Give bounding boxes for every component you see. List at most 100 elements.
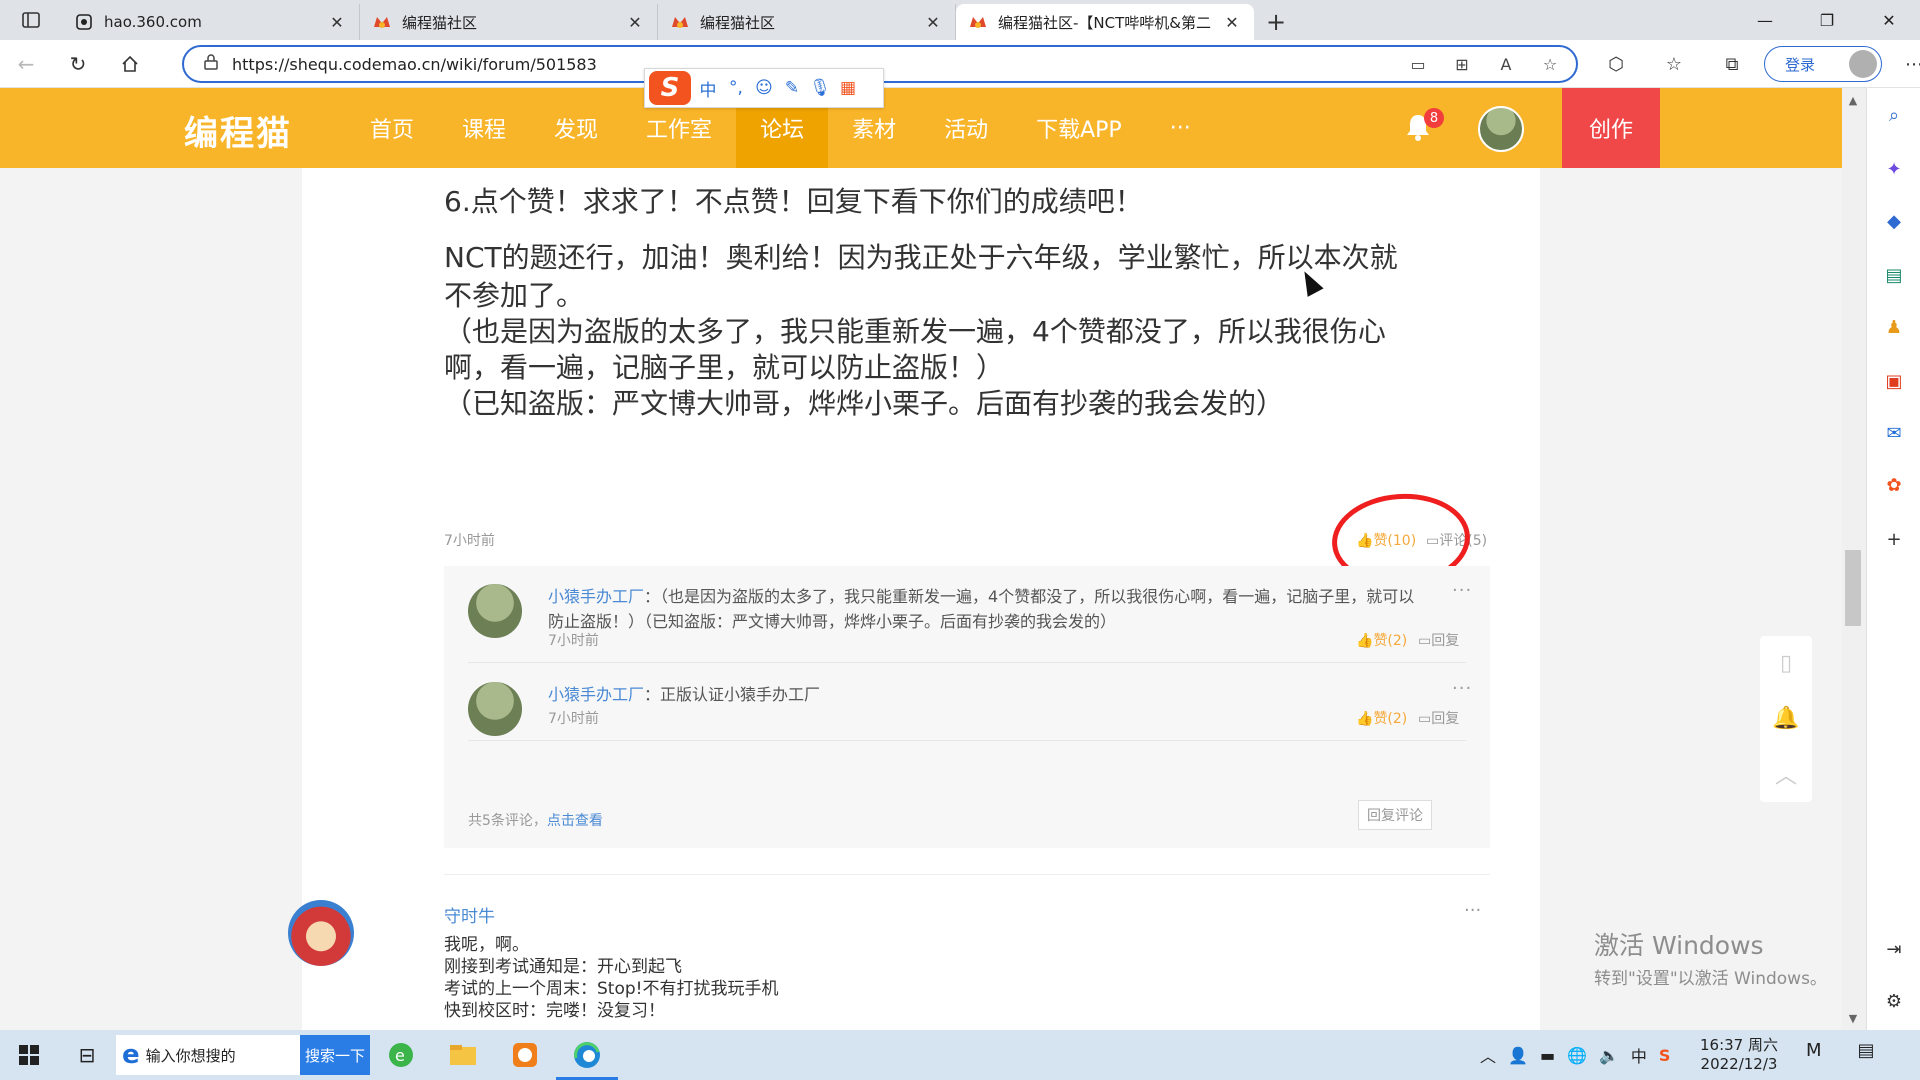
tray-expand-icon[interactable]: ︿ <box>1480 1043 1496 1067</box>
apps-icon[interactable]: ⊞ <box>1450 53 1474 75</box>
minimize-icon[interactable]: — <box>1734 0 1796 40</box>
browser-tab-3[interactable]: 编程猫社区 ✕ <box>658 4 956 40</box>
reply-total: 共5条评论，点击查看 <box>468 810 603 830</box>
360-browser-icon[interactable]: e <box>370 1030 432 1080</box>
url-text[interactable]: https://shequ.codemao.cn/wiki/forum/5015… <box>232 55 597 74</box>
more-menu-icon[interactable]: ⋯ <box>1888 44 1920 84</box>
login-button[interactable]: 登录 <box>1764 46 1882 82</box>
back-icon[interactable]: ← <box>0 44 52 84</box>
favorites-icon[interactable]: ☆ <box>1648 44 1700 84</box>
create-button[interactable]: 创作 <box>1562 88 1660 168</box>
more-options-icon[interactable]: ··· <box>1452 580 1472 601</box>
toolbox-icon[interactable]: ▦ <box>837 78 859 98</box>
lock-icon[interactable] <box>204 54 218 74</box>
browser-tab-1[interactable]: hao.360.com ✕ <box>62 4 360 40</box>
sogou-tray-icon[interactable]: S <box>1659 1046 1671 1065</box>
scroll-down-icon[interactable]: ▼ <box>1845 1012 1861 1028</box>
reader-icon[interactable]: ▭ <box>1406 53 1430 75</box>
nav-download-app[interactable]: 下载APP <box>1012 88 1146 168</box>
scrollbar-thumb[interactable] <box>1845 550 1861 626</box>
browser-tab-2[interactable]: 编程猫社区 ✕ <box>360 4 658 40</box>
settings-gear-icon[interactable]: ⚙ <box>1881 988 1907 1014</box>
close-icon[interactable]: ✕ <box>1222 13 1242 32</box>
reply-reply-button[interactable]: ▭回复 <box>1418 708 1459 728</box>
sidebar-toggle-icon[interactable]: ⇥ <box>1881 936 1907 962</box>
tray-app-icon[interactable]: M <box>1806 1040 1822 1061</box>
shopping-tag-icon[interactable]: ◆ <box>1881 208 1907 234</box>
notification-center-icon[interactable]: ▤ <box>1858 1040 1875 1061</box>
nav-home[interactable]: 首页 <box>346 88 438 168</box>
nav-events[interactable]: 活动 <box>920 88 1012 168</box>
tablet-icon[interactable]: ▯ <box>1760 636 1812 691</box>
new-tab-button[interactable]: + <box>1254 4 1298 40</box>
collections-icon[interactable]: ⧉ <box>1706 44 1758 84</box>
app-icon[interactable]: ✿ <box>1881 472 1907 498</box>
home-icon[interactable] <box>104 44 156 84</box>
close-icon[interactable]: ✕ <box>327 13 347 32</box>
more-options-icon[interactable]: ··· <box>1452 678 1472 699</box>
windows-start-icon[interactable] <box>0 1030 58 1080</box>
volume-icon[interactable]: 🔈 <box>1599 1046 1619 1065</box>
reply-comment-button[interactable]: 回复评论 <box>1358 800 1432 830</box>
reply-like-label: 赞(2) <box>1373 633 1408 649</box>
sogou-logo-icon[interactable]: S <box>649 71 691 105</box>
reply-author[interactable]: 小猿手办工厂 <box>548 587 644 606</box>
taskbar-clock[interactable]: 16:37 周六 2022/12/3 <box>1700 1036 1778 1074</box>
emoji-icon[interactable]: ☺ <box>753 78 775 98</box>
edge-browser-icon[interactable] <box>556 1030 618 1080</box>
reply-avatar[interactable] <box>468 682 522 736</box>
extensions-icon[interactable]: ⬡ <box>1590 44 1642 84</box>
copilot-icon[interactable]: ✦ <box>1881 156 1907 182</box>
nav-courses[interactable]: 课程 <box>438 88 530 168</box>
file-explorer-icon[interactable] <box>432 1030 494 1080</box>
comment-author[interactable]: 守时牛 <box>444 902 495 927</box>
outlook-icon[interactable]: ✉ <box>1881 420 1907 446</box>
network-icon[interactable]: 🌐 <box>1567 1046 1587 1065</box>
reply-reply-button[interactable]: ▭回复 <box>1418 630 1459 650</box>
taskbar-search-button[interactable]: 搜索一下 <box>300 1035 370 1075</box>
page-content: 92分，结果是94分，重程重奖第一名。 6.点个赞！求求了！不点赞！回复下看下你… <box>0 168 1842 1030</box>
battery-icon[interactable]: ▬ <box>1540 1046 1555 1065</box>
tools-icon[interactable]: ▤ <box>1881 262 1907 288</box>
address-bar-actions: ▭ ⊞ A ☆ <box>1406 53 1562 75</box>
add-favorite-icon[interactable]: ☆ <box>1538 53 1562 75</box>
reply-avatar[interactable] <box>468 584 522 638</box>
add-icon[interactable]: + <box>1881 526 1907 552</box>
browser-tab-4-active[interactable]: 编程猫社区-【NCT哔哔机&第二 ✕ <box>956 4 1254 40</box>
app-orange-icon[interactable] <box>494 1030 556 1080</box>
restore-icon[interactable]: ❐ <box>1796 0 1858 40</box>
games-icon[interactable]: ♟ <box>1881 314 1907 340</box>
scroll-up-icon[interactable]: ▲ <box>1845 94 1861 110</box>
nav-discover[interactable]: 发现 <box>530 88 622 168</box>
back-to-top-icon[interactable]: ︿ <box>1760 746 1812 801</box>
task-view-icon[interactable]: ⊟ <box>58 1030 116 1080</box>
user-avatar[interactable] <box>1478 106 1524 152</box>
office-icon[interactable]: ▣ <box>1881 368 1907 394</box>
reply-list: 小猿手办工厂：（也是因为盗版的太多了，我只能重新发一遍，4个赞都没了，所以我很伤… <box>444 566 1490 848</box>
more-options-icon[interactable]: ··· <box>1464 900 1481 921</box>
comment-avatar[interactable] <box>288 900 354 966</box>
reply-like-button[interactable]: 👍赞(2) <box>1356 630 1407 650</box>
refresh-icon[interactable]: ↻ <box>52 44 104 84</box>
close-icon[interactable]: ✕ <box>923 13 943 32</box>
tray-person-icon[interactable]: 👤 <box>1508 1046 1528 1065</box>
reply-like-button[interactable]: 👍赞(2) <box>1356 708 1407 728</box>
close-icon[interactable]: ✕ <box>625 13 645 32</box>
tab-actions-icon[interactable] <box>0 0 62 40</box>
window-close-icon[interactable]: ✕ <box>1858 0 1920 40</box>
view-all-link[interactable]: 点击查看 <box>547 813 603 829</box>
tray-ime-indicator[interactable]: 中 <box>1631 1043 1647 1067</box>
system-tray: ︿ 👤 ▬ 🌐 🔈 中 S <box>1480 1030 1670 1080</box>
mic-icon[interactable]: 🎙 <box>809 78 831 98</box>
nav-more[interactable]: ··· <box>1146 88 1215 168</box>
reply-author[interactable]: 小猿手办工厂 <box>548 685 644 704</box>
notification-bell-icon[interactable]: 8 <box>1404 108 1444 144</box>
ime-lang[interactable]: 中 <box>697 76 719 101</box>
search-icon[interactable]: ⌕ <box>1881 102 1907 128</box>
read-aloud-icon[interactable]: A <box>1494 53 1518 75</box>
ime-punct[interactable]: °, <box>725 78 747 98</box>
taskbar-search-input[interactable]: e 输入你想搜的 <box>116 1035 300 1075</box>
bell-icon[interactable]: 🔔 <box>1760 691 1812 746</box>
pen-icon[interactable]: ✎ <box>781 78 803 98</box>
site-logo[interactable]: 编程猫 <box>184 106 292 155</box>
